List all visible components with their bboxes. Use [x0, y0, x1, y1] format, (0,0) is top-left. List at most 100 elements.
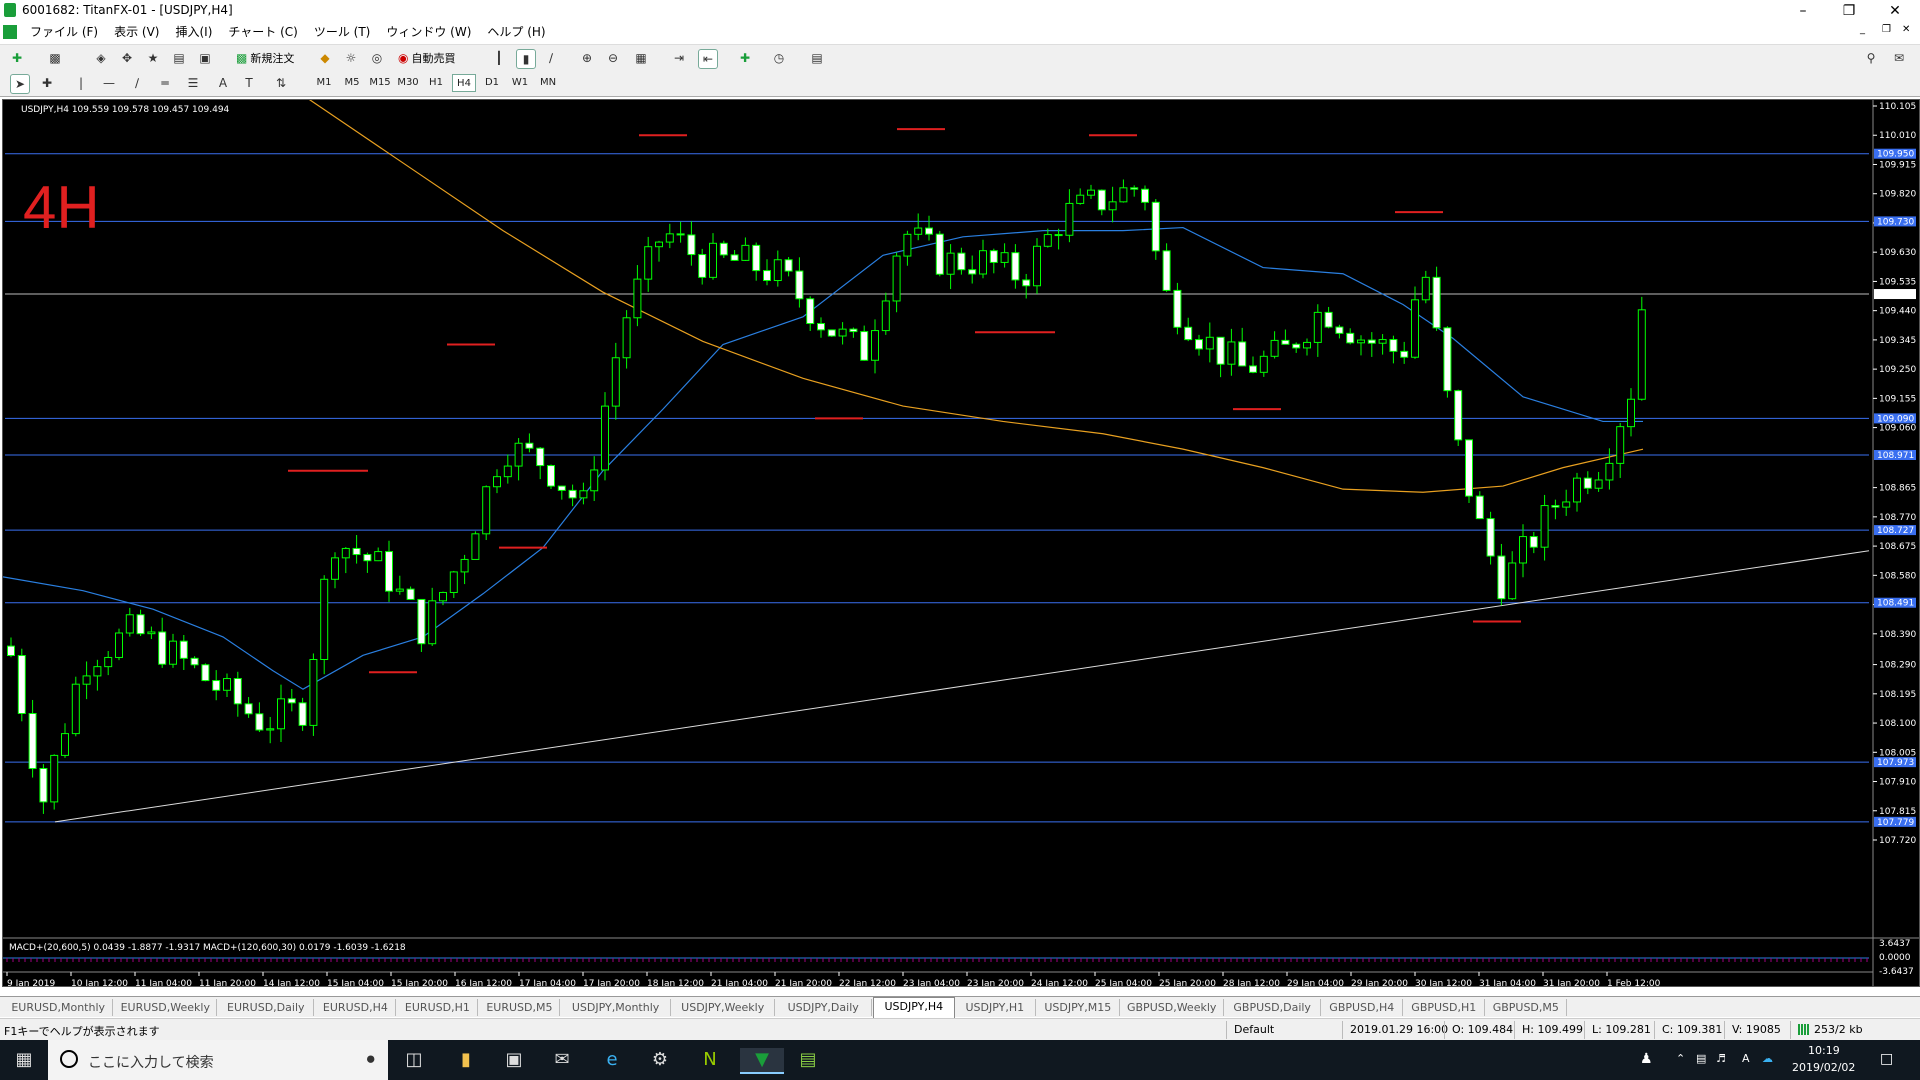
tray-chevron-icon[interactable]: ⌃ [1676, 1052, 1685, 1065]
chart-tab[interactable]: GBPUSD,H1 [1404, 999, 1485, 1016]
mail-icon[interactable]: ✉ [550, 1048, 574, 1072]
auto-trading-button[interactable]: ◉ 自動売買 [398, 49, 455, 67]
line-chart-icon[interactable]: ∕ [542, 49, 560, 67]
timeframe-button-mn[interactable]: MN [536, 74, 560, 92]
network-icon[interactable]: ▤ [1696, 1052, 1706, 1065]
vertical-line-icon[interactable]: | [72, 74, 90, 92]
timeframe-button-m30[interactable]: M30 [396, 74, 420, 92]
menu-item[interactable]: ツール (T) [306, 22, 379, 42]
mdi-close-button[interactable]: ✕ [1902, 24, 1910, 35]
chart-tab[interactable]: USDJPY,H4 [872, 997, 955, 1018]
terminal-icon[interactable]: ▤ [170, 49, 188, 67]
new-chart-icon[interactable]: ✚ [8, 49, 26, 67]
profiles-icon[interactable]: ▩ [46, 49, 64, 67]
timeframe-button-d1[interactable]: D1 [480, 74, 504, 92]
fibonacci-icon[interactable]: ☰ [184, 74, 202, 92]
timeframe-button-m15[interactable]: M15 [368, 74, 392, 92]
windows-start-icon[interactable]: ▦ [12, 1048, 36, 1072]
restore-button[interactable]: ❐ [1826, 0, 1872, 22]
price-chart[interactable]: 110.105110.010109.915109.820109.725109.6… [3, 100, 1919, 986]
notifications-icon[interactable]: □ [1880, 1051, 1893, 1067]
chart-tab[interactable]: USDJPY,Weekly [672, 999, 775, 1016]
timeframe-button-m1[interactable]: M1 [312, 74, 336, 92]
edge-icon[interactable]: e [600, 1048, 624, 1072]
task-view-icon[interactable]: ◫ [402, 1048, 426, 1072]
store-icon[interactable]: ▣ [502, 1048, 526, 1072]
strategy-tester-icon[interactable]: ▣ [196, 49, 214, 67]
periods-icon[interactable]: ◷ [770, 49, 788, 67]
chart-tab[interactable]: USDJPY,M15 [1037, 999, 1120, 1016]
chart-tab[interactable]: GBPUSD,Daily [1225, 999, 1321, 1016]
chart-tab[interactable]: GBPUSD,Weekly [1121, 999, 1224, 1016]
onedrive-icon[interactable]: ☁ [1762, 1052, 1773, 1065]
bear-candle [536, 447, 545, 467]
settings-app-icon[interactable]: ⚙ [648, 1048, 672, 1072]
chart-tab[interactable]: USDJPY,H1 [955, 999, 1036, 1016]
arrows-icon[interactable]: ⇅ [272, 74, 290, 92]
menu-item[interactable]: ウィンドウ (W) [378, 22, 479, 42]
timeframe-button-h1[interactable]: H1 [424, 74, 448, 92]
app-n-icon[interactable]: N [698, 1048, 722, 1072]
chart-tab[interactable]: GBPUSD,H4 [1322, 999, 1403, 1016]
chart-tab[interactable]: EURUSD,Weekly [114, 999, 218, 1016]
crosshair-icon[interactable]: ✚ [38, 74, 56, 92]
tile-windows-icon[interactable]: ▦ [632, 49, 650, 67]
bar-chart-icon[interactable]: ┃ [490, 49, 508, 67]
microphone-icon[interactable]: ⚫ [364, 1050, 377, 1069]
timeframe-button-h4[interactable]: H4 [452, 74, 476, 92]
menu-item[interactable]: ファイル (F) [22, 22, 106, 42]
horizontal-line-icon[interactable]: — [100, 74, 118, 92]
trendline-icon[interactable]: ∕ [128, 74, 146, 92]
nvidia-icon[interactable]: ▤ [796, 1048, 820, 1072]
people-icon[interactable]: ♟ [1640, 1051, 1653, 1067]
search-icon[interactable]: ⚲ [1862, 49, 1880, 67]
timeframe-button-m5[interactable]: M5 [340, 74, 364, 92]
menu-item[interactable]: ヘルプ (H) [479, 22, 553, 42]
file-explorer-icon[interactable]: ▮ [454, 1048, 478, 1072]
templates-icon[interactable]: ▤ [808, 49, 826, 67]
text-icon[interactable]: A [214, 74, 232, 92]
clock-time[interactable]: 10:19 [1808, 1044, 1840, 1057]
autoscroll-icon[interactable]: ⇥ [670, 49, 688, 67]
data-window-icon[interactable]: ✥ [118, 49, 136, 67]
text-label-icon[interactable]: T [240, 74, 258, 92]
indicators-icon[interactable]: ✚ [736, 49, 754, 67]
price-axis-label: 107.720 [1879, 836, 1916, 846]
zoom-in-icon[interactable]: ⊕ [578, 49, 596, 67]
navigator-icon[interactable]: ★ [144, 49, 162, 67]
mdi-restore-button[interactable]: ❐ [1882, 24, 1891, 35]
close-button[interactable]: ✕ [1872, 0, 1918, 22]
market-watch-icon[interactable]: ◈ [92, 49, 110, 67]
signals-icon[interactable]: ☼ [342, 49, 360, 67]
menu-item[interactable]: チャート (C) [220, 22, 305, 42]
volume-icon[interactable]: ♬ [1716, 1052, 1726, 1065]
chat-icon[interactable]: ✉ [1890, 49, 1908, 67]
chart-tab[interactable]: EURUSD,Daily [218, 999, 315, 1016]
mdi-minimize-button[interactable]: _ [1860, 24, 1865, 35]
timeframe-button-w1[interactable]: W1 [508, 74, 532, 92]
zoom-out-icon[interactable]: ⊖ [604, 49, 622, 67]
chart-tab[interactable]: USDJPY,Monthly [561, 999, 671, 1016]
menu-item[interactable]: 表示 (V) [106, 22, 167, 42]
chart-tab[interactable]: EURUSD,Monthly [4, 999, 114, 1016]
chart-tab[interactable]: EURUSD,M5 [479, 999, 561, 1016]
minimize-button[interactable]: – [1780, 0, 1826, 22]
chart-window[interactable]: 110.105110.010109.915109.820109.725109.6… [2, 99, 1920, 987]
ime-icon[interactable]: A [1742, 1052, 1750, 1065]
new-order-button[interactable]: ▩ 新規注文 [236, 49, 294, 67]
chart-tab[interactable]: EURUSD,H4 [315, 999, 397, 1016]
vps-icon[interactable]: ◎ [368, 49, 386, 67]
titanfx-mt4-icon[interactable]: ▼ [740, 1048, 784, 1074]
chart-tab[interactable]: GBPUSD,M5 [1486, 999, 1567, 1016]
channel-icon[interactable]: ═ [156, 74, 174, 92]
taskbar-search[interactable]: ここに入力して検索 ⚫ [48, 1040, 388, 1080]
clock-date[interactable]: 2019/02/02 [1792, 1061, 1855, 1074]
menu-item[interactable]: 挿入(I) [167, 22, 220, 42]
chart-tab[interactable]: EURUSD,H1 [397, 999, 479, 1016]
metaeditor-icon[interactable]: ◆ [316, 49, 334, 67]
chart-shift-icon[interactable]: ⇤ [698, 49, 718, 69]
candlestick-icon[interactable]: ▮ [516, 49, 536, 69]
cursor-icon[interactable]: ➤ [10, 74, 30, 94]
bear-candle [1022, 279, 1031, 287]
chart-tab[interactable]: USDJPY,Daily [776, 999, 872, 1016]
